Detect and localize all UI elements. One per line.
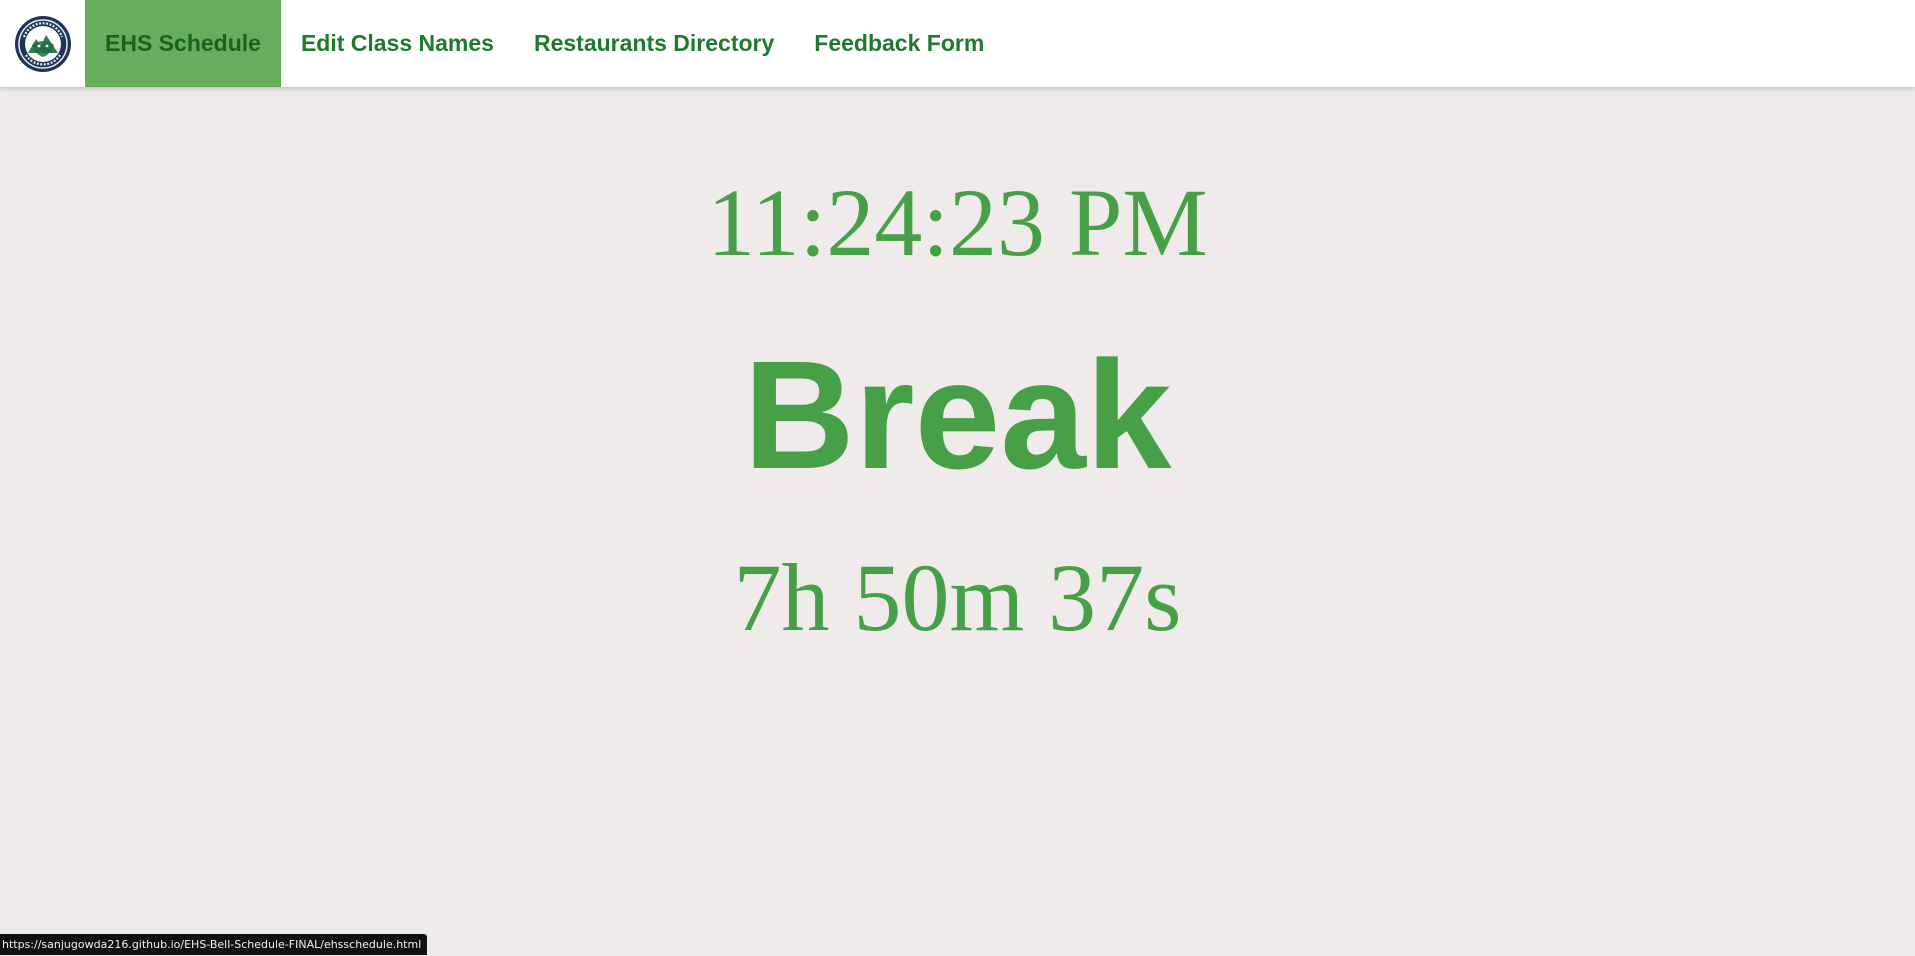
nav-tab-feedback-form[interactable]: Feedback Form [794, 0, 1004, 87]
nav-tab-ehs-schedule[interactable]: EHS Schedule [85, 0, 281, 87]
time-remaining-countdown: 7h 50m 37s [733, 544, 1182, 651]
current-period: Break [743, 329, 1172, 501]
nav-tab-label: Restaurants Directory [533, 30, 775, 56]
nav-tab-label: Feedback Form [814, 30, 985, 56]
nav-tab-restaurants-directory[interactable]: Restaurants Directory [514, 0, 794, 87]
nav-tab-edit-class-names[interactable]: Edit Class Names [281, 0, 514, 87]
current-time: 11:24:23 PM [707, 169, 1208, 276]
nav-tab-label: EHS Schedule [105, 30, 261, 56]
school-logo[interactable] [0, 0, 85, 87]
top-navigation-bar: EHS Schedule Edit Class Names Restaurant… [0, 0, 1915, 87]
school-logo-icon [14, 15, 71, 72]
status-bar-url: https://sanjugowda216.github.io/EHS-Bell… [0, 934, 428, 955]
nav-tab-label: Edit Class Names [300, 30, 494, 56]
